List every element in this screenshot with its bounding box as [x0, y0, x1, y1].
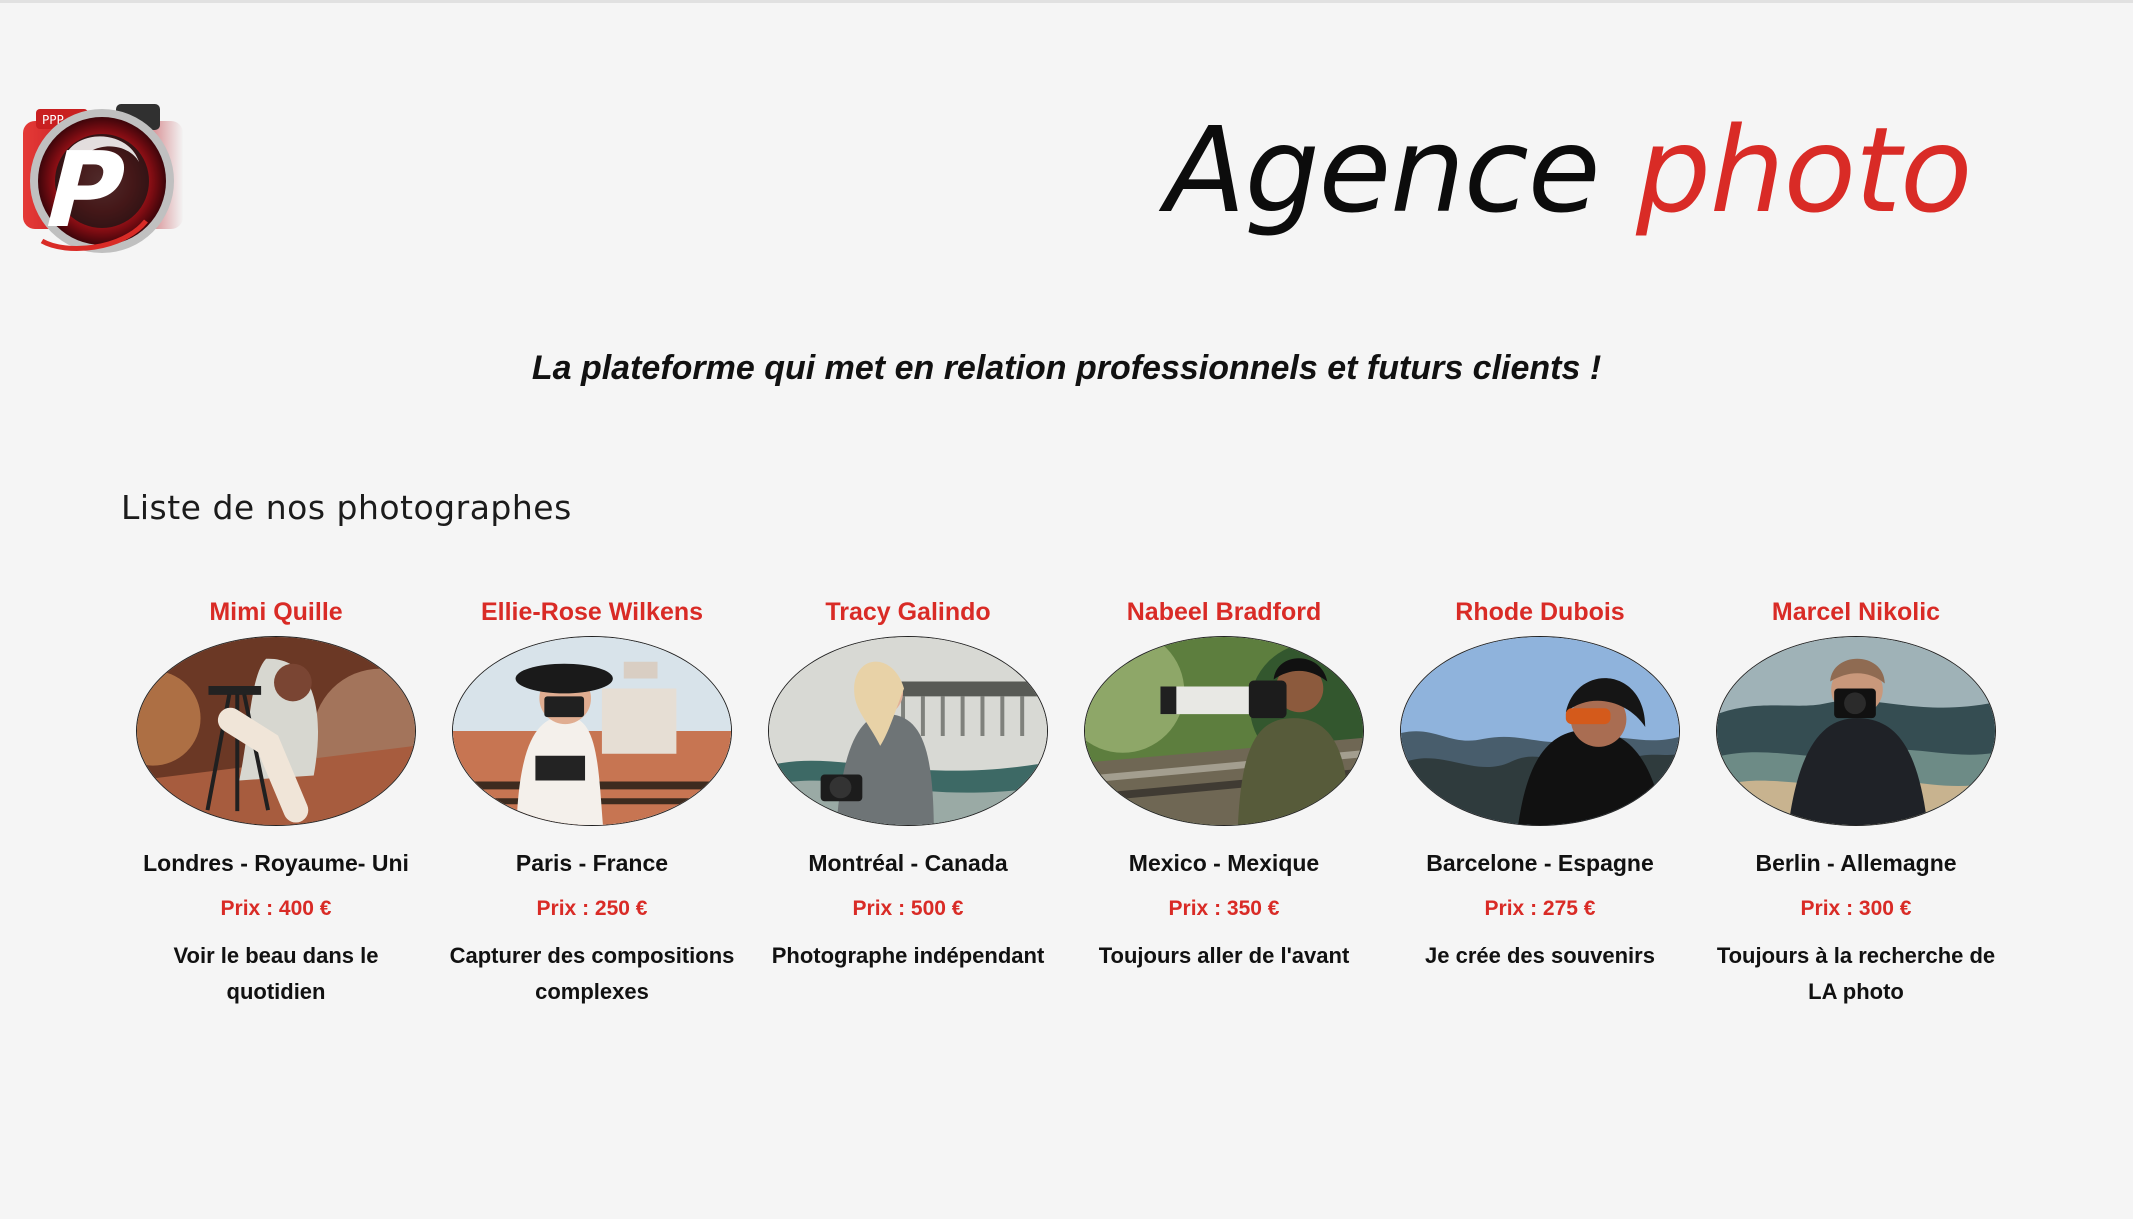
- photographer-location: Berlin - Allemagne: [1755, 850, 1957, 876]
- photographers-section-title: Liste de nos photographes: [121, 488, 572, 527]
- photographer-photo[interactable]: [452, 636, 732, 826]
- photographer-price: Prix : 250 €: [536, 897, 648, 920]
- photographer-location: Montréal - Canada: [808, 850, 1008, 876]
- photographer-card[interactable]: Nabeel Bradford Mexico - Mexique Prix : …: [1084, 588, 1364, 1010]
- photographer-card[interactable]: Rhode Dubois Barcelone - Espagne Prix : …: [1400, 588, 1680, 1010]
- photographer-name[interactable]: Rhode Dubois: [1455, 588, 1624, 636]
- photographer-price: Prix : 350 €: [1168, 897, 1280, 920]
- photographer-location: Barcelone - Espagne: [1426, 850, 1654, 876]
- photographer-name[interactable]: Tracy Galindo: [825, 588, 990, 636]
- photographer-name[interactable]: Nabeel Bradford: [1127, 588, 1321, 636]
- photographer-photo[interactable]: [768, 636, 1048, 826]
- photographer-price: Prix : 300 €: [1800, 897, 1912, 920]
- photographer-tagline: Voir le beau dans le quotidien: [173, 943, 379, 1004]
- site-title-photo: photo: [1636, 101, 1972, 239]
- photographer-location: Londres - Royaume- Uni: [143, 850, 409, 876]
- photographer-tagline: Capturer des compositions complexes: [449, 943, 735, 1004]
- photographer-photo[interactable]: [1400, 636, 1680, 826]
- site-tagline: La plateforme qui met en relation profes…: [531, 349, 1602, 387]
- photographer-card[interactable]: Marcel Nikolic Berlin - Allemagne Prix :…: [1716, 588, 1996, 1010]
- photographer-photo[interactable]: [1716, 636, 1996, 826]
- photographer-photo[interactable]: [1084, 636, 1364, 826]
- photographer-card-list: Mimi Quille Londres - Royaume- Uni Prix …: [136, 588, 2031, 1010]
- photographer-price: Prix : 400 €: [220, 897, 332, 920]
- photographer-photo[interactable]: [136, 636, 416, 826]
- photographer-card[interactable]: Ellie-Rose Wilkens Paris - France Prix :…: [450, 588, 735, 1010]
- photographer-tagline: Toujours aller de l'avant: [1098, 943, 1350, 968]
- photographer-tagline: Photographe indépendant: [771, 943, 1045, 968]
- photographer-name[interactable]: Mimi Quille: [209, 588, 342, 636]
- camera-logo-icon[interactable]: PPP P: [18, 95, 200, 257]
- site-title: Agence photo: [1165, 111, 1972, 229]
- photographer-location: Mexico - Mexique: [1128, 850, 1320, 876]
- site-title-agency: Agence: [1165, 101, 1600, 239]
- photographer-tagline: Toujours à la recherche de LA photo: [1716, 943, 1996, 1004]
- photographer-name[interactable]: Marcel Nikolic: [1772, 588, 1940, 636]
- photographer-name[interactable]: Ellie-Rose Wilkens: [481, 588, 703, 636]
- photographer-tagline: Je crée des souvenirs: [1425, 943, 1655, 968]
- photographer-card[interactable]: Tracy Galindo Montréal - Canada Prix : 5…: [768, 588, 1048, 1010]
- photographer-price: Prix : 275 €: [1484, 897, 1596, 920]
- photographer-price: Prix : 500 €: [852, 897, 964, 920]
- photographer-card[interactable]: Mimi Quille Londres - Royaume- Uni Prix …: [136, 588, 416, 1010]
- photographer-location: Paris - France: [515, 850, 669, 876]
